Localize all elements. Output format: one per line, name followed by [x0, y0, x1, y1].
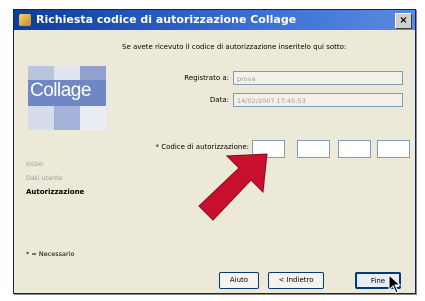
help-button[interactable]: Aiuto [219, 272, 259, 289]
code-input-4[interactable] [377, 140, 410, 158]
title-bar[interactable]: Richiesta codice di autorizzazione Colla… [14, 10, 415, 30]
app-icon [19, 14, 31, 26]
window-title: Richiesta codice di autorizzazione Colla… [36, 13, 297, 26]
instruction-text: Se avete ricevuto il codice di autorizza… [122, 43, 347, 51]
mouse-pointer-icon [388, 274, 402, 294]
registrato-label: Registrato a: [184, 74, 229, 82]
date-field: 14/02/2007 17:45:53 [233, 93, 403, 107]
back-button[interactable]: < Indietro [268, 272, 324, 289]
date-label: Data: [209, 96, 229, 104]
code-input-2[interactable] [297, 140, 330, 158]
collage-logo: Collage [28, 66, 106, 130]
red-arrow-icon [198, 153, 268, 221]
step-inizio: Inizio [26, 160, 44, 168]
logo-text: Collage [30, 80, 91, 101]
code-input-3[interactable] [338, 140, 371, 158]
step-autorizzazione: Autorizzazione [26, 188, 85, 196]
wizard-steps: Inizio Dati utente Autorizzazione [26, 157, 84, 199]
step-dati-utente: Dati utente [26, 174, 63, 182]
screenshot-frame: Richiesta codice di autorizzazione Colla… [0, 0, 425, 301]
close-button[interactable]: × [395, 13, 412, 29]
registrato-field: prova [233, 71, 403, 85]
required-note: * = Necessario [26, 250, 75, 258]
